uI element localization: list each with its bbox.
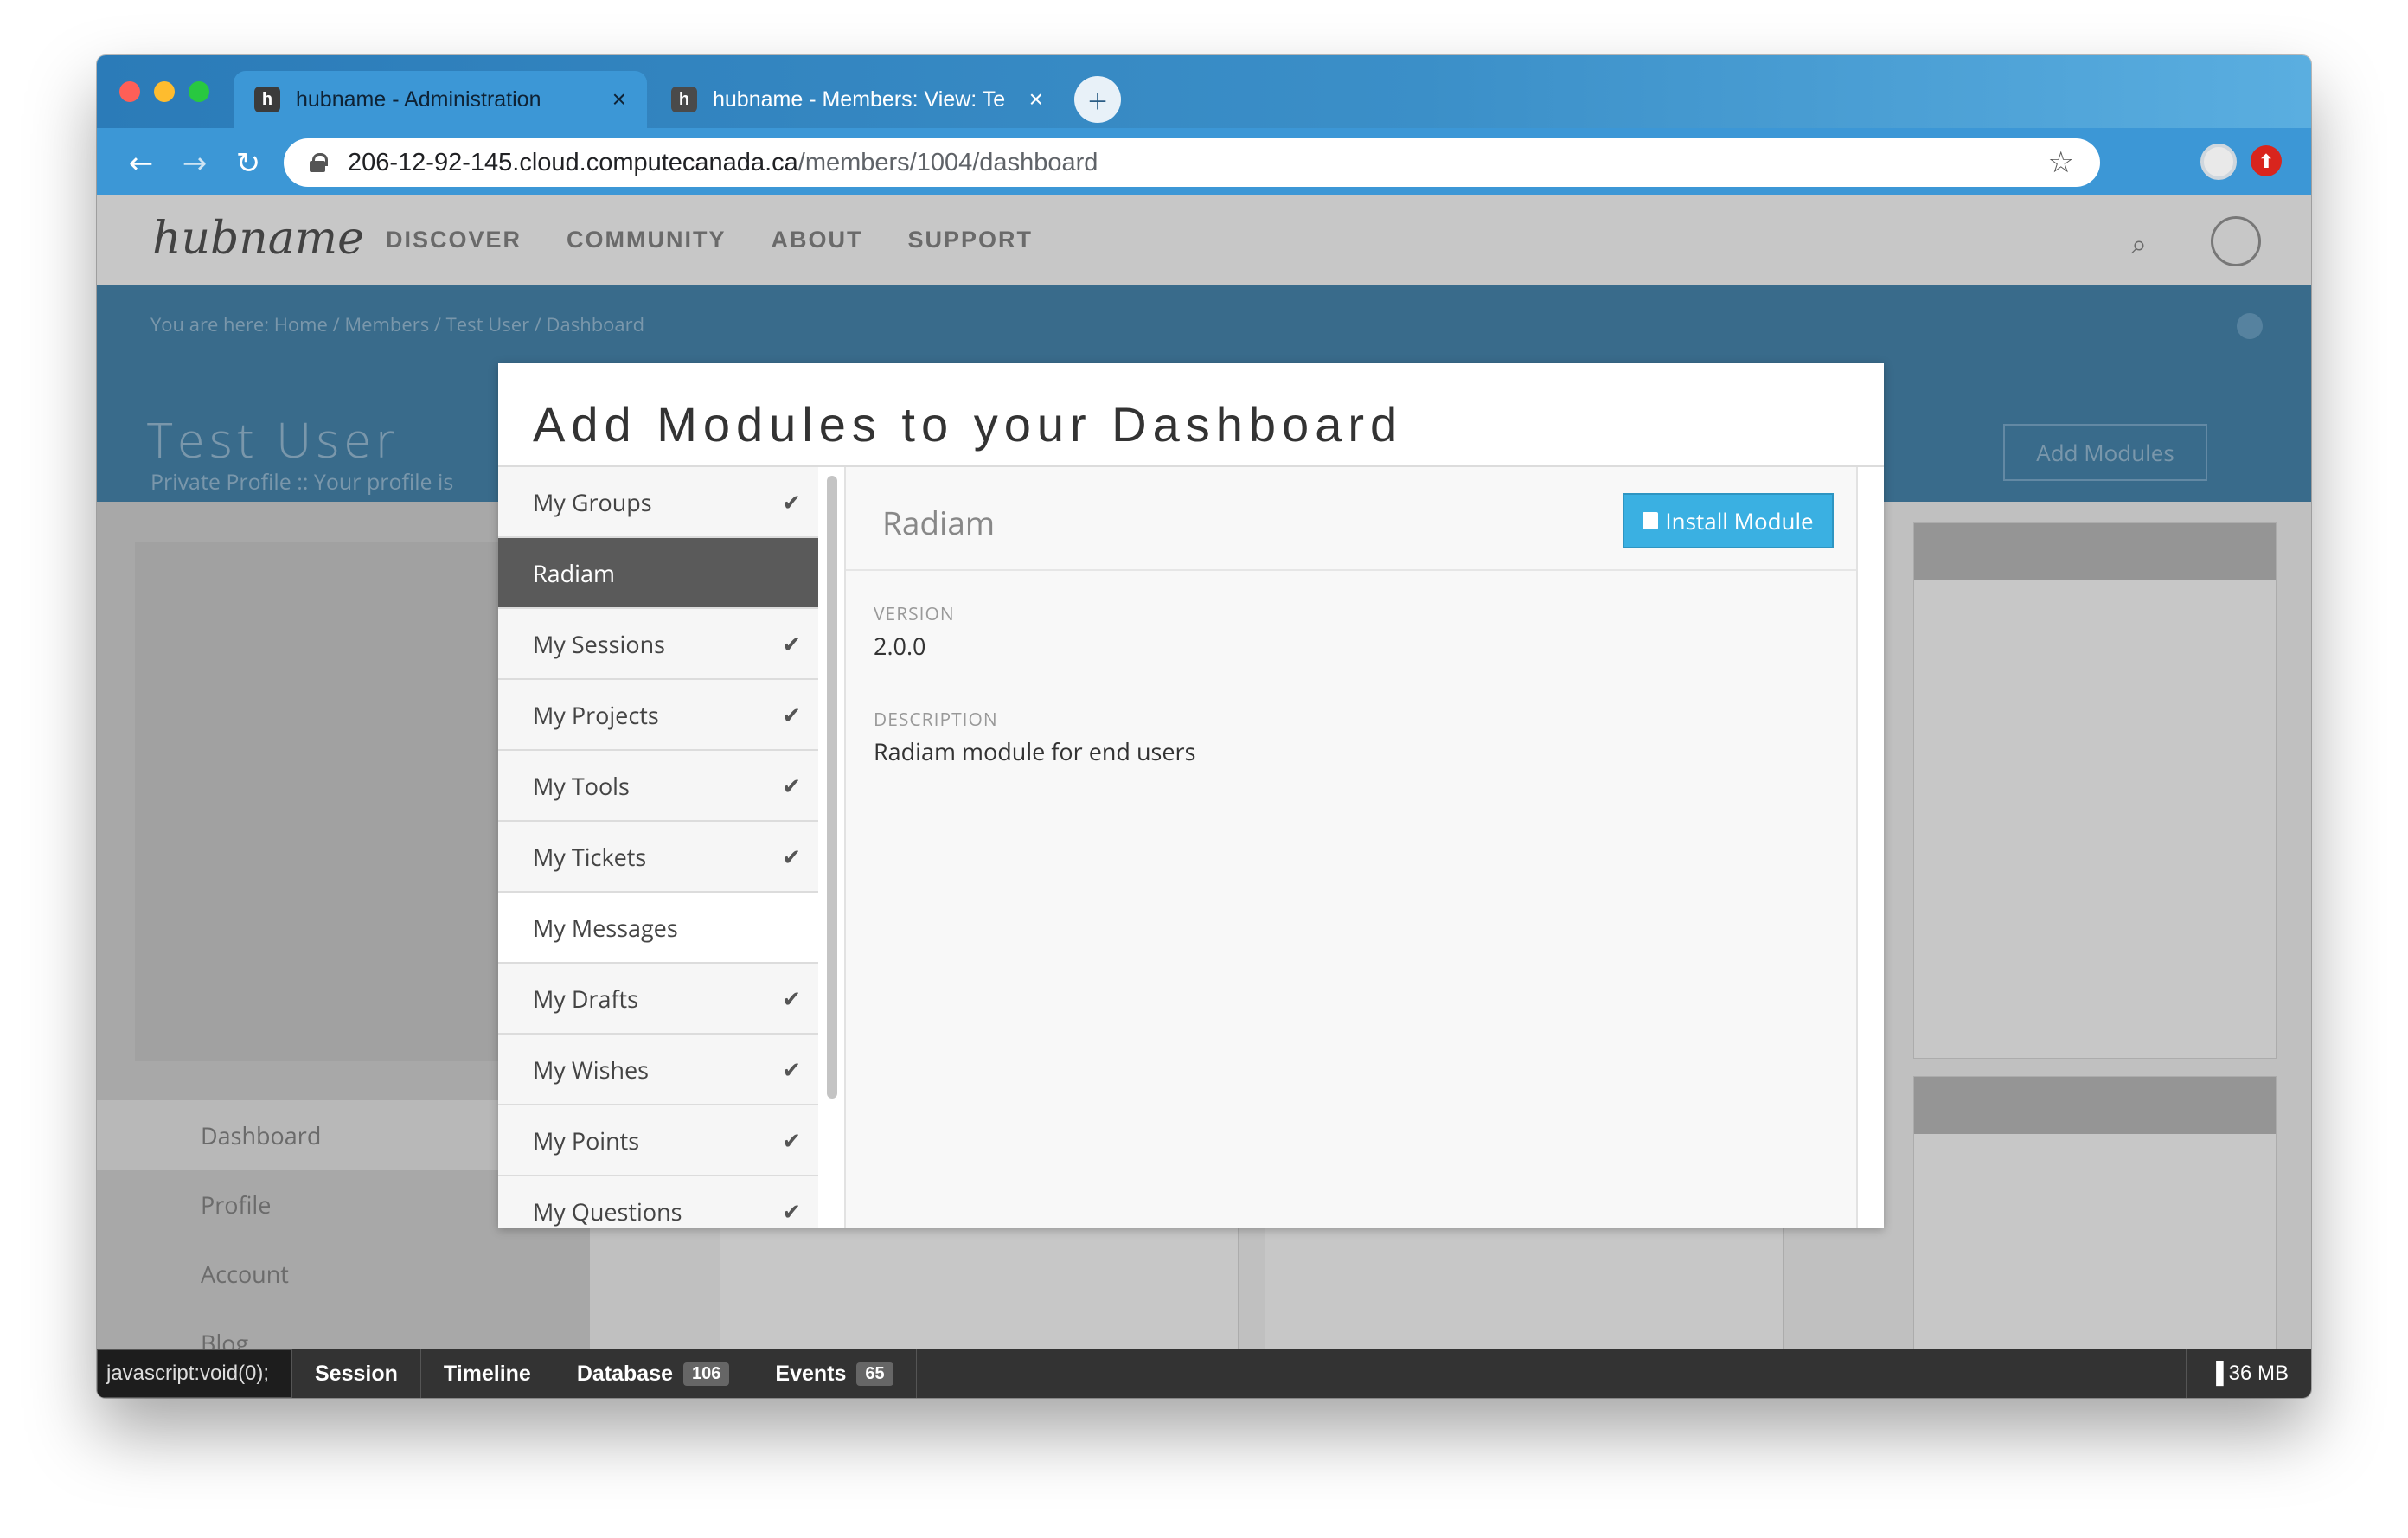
- module-detail-panel: Radiam Install Module VERSION 2.0.0 DESC…: [844, 467, 1858, 1228]
- install-module-button[interactable]: Install Module: [1623, 493, 1834, 548]
- memory-value: 36 MB: [2228, 1362, 2289, 1385]
- debug-count-badge: 65: [856, 1362, 893, 1386]
- module-item-my-messages[interactable]: My Messages: [498, 893, 818, 964]
- module-item-my-sessions[interactable]: My Sessions ✔: [498, 609, 818, 680]
- module-label: My Drafts: [533, 982, 639, 1015]
- debug-tab-events[interactable]: Events 65: [752, 1349, 917, 1398]
- bookmark-star-icon[interactable]: ☆: [2048, 145, 2074, 180]
- browser-profile-icon[interactable]: [2200, 144, 2237, 180]
- module-item-radiam[interactable]: Radiam: [498, 538, 818, 609]
- tab-strip: h hubname - Administration × h hubname -…: [97, 55, 2311, 128]
- browser-toolbar: ← → ↻ 206-12-92-145.cloud.computecanada.…: [97, 128, 2311, 195]
- module-item-my-projects[interactable]: My Projects ✔: [498, 680, 818, 751]
- new-tab-button[interactable]: +: [1074, 76, 1121, 124]
- checkmark-icon: ✔: [782, 628, 801, 659]
- browser-window: h hubname - Administration × h hubname -…: [97, 55, 2311, 1398]
- module-item-my-wishes[interactable]: My Wishes ✔: [498, 1035, 818, 1105]
- forward-arrow-icon[interactable]: →: [175, 142, 215, 182]
- debug-tabs: Session Timeline Database 106 Events 65: [292, 1349, 917, 1398]
- debug-tab-database[interactable]: Database 106: [554, 1349, 753, 1398]
- modal-title: Add Modules to your Dashboard: [533, 397, 1404, 452]
- tab-title: hubname - Administration: [296, 87, 541, 112]
- module-label: My Sessions: [533, 627, 666, 660]
- back-arrow-icon[interactable]: ←: [121, 142, 161, 182]
- module-detail-name: Radiam: [882, 500, 996, 544]
- module-label: Radiam: [533, 556, 616, 589]
- module-item-my-groups[interactable]: My Groups ✔: [498, 467, 818, 538]
- module-list: My Groups ✔ Radiam My Sessions ✔ My Projec…: [498, 467, 818, 1228]
- debug-count-badge: 106: [683, 1362, 730, 1386]
- add-modules-modal: Add Modules to your Dashboard My Groups ✔…: [498, 363, 1884, 1228]
- debug-tab-session[interactable]: Session: [292, 1349, 421, 1398]
- module-item-my-drafts[interactable]: My Drafts ✔: [498, 964, 818, 1035]
- bar-chart-icon: ▐: [2208, 1362, 2224, 1385]
- module-label: My Tools: [533, 769, 630, 802]
- tab-close-icon[interactable]: ×: [1029, 86, 1043, 113]
- debug-bar: javascript:void(0); Session Timeline Dat…: [97, 1349, 2311, 1398]
- update-extension-icon[interactable]: ⬆: [2251, 145, 2282, 176]
- package-icon: [1643, 512, 1659, 529]
- checkmark-icon: ✔: [782, 486, 801, 517]
- checkmark-icon: ✔: [782, 699, 801, 730]
- version-value: 2.0.0: [874, 630, 926, 662]
- module-label: My Groups: [533, 485, 652, 518]
- checkmark-icon: ✔: [782, 983, 801, 1014]
- reload-icon[interactable]: ↻: [228, 142, 268, 182]
- module-item-my-points[interactable]: My Points ✔: [498, 1105, 818, 1176]
- status-bar-tooltip: javascript:void(0);: [97, 1349, 292, 1398]
- checkmark-icon: ✔: [782, 1195, 801, 1227]
- module-label: My Tickets: [533, 840, 647, 873]
- checkmark-icon: ✔: [782, 1125, 801, 1156]
- url-path: /members/1004/dashboard: [797, 148, 1098, 176]
- tab-administration[interactable]: h hubname - Administration ×: [234, 71, 647, 128]
- memory-usage: ▐ 36 MB: [2185, 1349, 2311, 1398]
- module-label: My Projects: [533, 698, 659, 731]
- checkmark-icon: ✔: [782, 841, 801, 872]
- version-label: VERSION: [874, 602, 955, 626]
- minimize-window-button[interactable]: [154, 81, 175, 102]
- tab-close-icon[interactable]: ×: [612, 86, 626, 113]
- url-host: 206-12-92-145.cloud.computecanada.ca: [348, 148, 798, 176]
- debug-tab-timeline[interactable]: Timeline: [421, 1349, 554, 1398]
- module-label: My Questions: [533, 1195, 682, 1227]
- module-item-my-tickets[interactable]: My Tickets ✔: [498, 822, 818, 893]
- close-window-button[interactable]: [119, 81, 140, 102]
- hub-favicon-icon: h: [254, 87, 280, 112]
- address-bar[interactable]: 206-12-92-145.cloud.computecanada.ca/mem…: [284, 138, 2100, 187]
- maximize-window-button[interactable]: [189, 81, 209, 102]
- module-item-my-tools[interactable]: My Tools ✔: [498, 751, 818, 822]
- debug-tab-label: Session: [315, 1361, 398, 1386]
- hub-favicon-icon: h: [671, 87, 697, 112]
- module-detail-header: Radiam Install Module: [846, 467, 1856, 571]
- module-list-scrollbar[interactable]: [827, 476, 837, 1099]
- description-value: Radiam module for end users: [874, 735, 1196, 767]
- checkmark-icon: ✔: [782, 770, 801, 801]
- debug-tab-label: Events: [775, 1361, 847, 1386]
- module-label: My Messages: [533, 911, 678, 944]
- module-label: My Points: [533, 1124, 640, 1157]
- lock-icon: [310, 153, 328, 172]
- debug-tab-label: Timeline: [443, 1361, 531, 1386]
- checkmark-icon: ✔: [782, 1054, 801, 1085]
- module-item-my-questions[interactable]: My Questions ✔: [498, 1176, 818, 1228]
- install-module-label: Install Module: [1665, 505, 1814, 536]
- tab-members-view[interactable]: h hubname - Members: View: Te ×: [650, 71, 1064, 128]
- description-label: DESCRIPTION: [874, 708, 998, 732]
- tab-title: hubname - Members: View: Te: [713, 87, 1006, 112]
- module-label: My Wishes: [533, 1053, 650, 1086]
- debug-tab-label: Database: [576, 1361, 674, 1386]
